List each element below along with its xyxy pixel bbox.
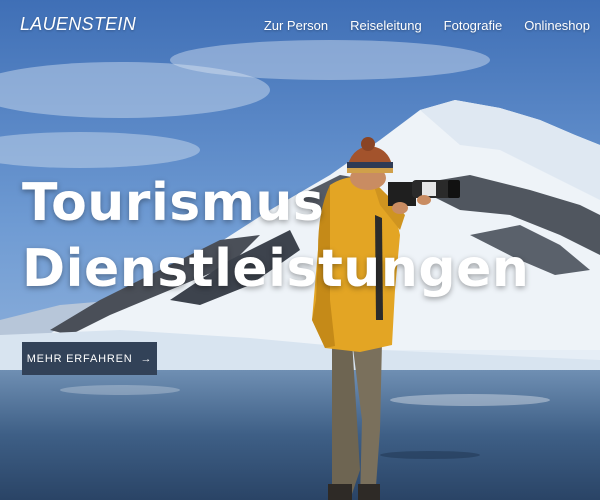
- hero-headline-line-2: Dienstleistungen: [22, 239, 530, 299]
- hero-headline-line-1: Tourismus: [22, 173, 325, 233]
- arrow-right-icon: →: [140, 352, 153, 365]
- cta-label: MEHR ERFAHREN: [26, 352, 133, 365]
- brand-logo[interactable]: LAUENSTEIN: [20, 14, 136, 35]
- main-navigation: Zur Person Reiseleitung Fotografie Onlin…: [264, 18, 590, 33]
- mehr-erfahren-button[interactable]: MEHR ERFAHREN →: [22, 342, 157, 375]
- nav-item-onlineshop[interactable]: Onlineshop: [524, 18, 590, 33]
- hero-headline: Tourismus Dienstleistungen: [22, 170, 529, 302]
- nav-item-reiseleitung[interactable]: Reiseleitung: [350, 18, 422, 33]
- nav-item-zur-person[interactable]: Zur Person: [264, 18, 328, 33]
- nav-item-fotografie[interactable]: Fotografie: [444, 18, 503, 33]
- hero-section: LAUENSTEIN Zur Person Reiseleitung Fotog…: [0, 0, 600, 500]
